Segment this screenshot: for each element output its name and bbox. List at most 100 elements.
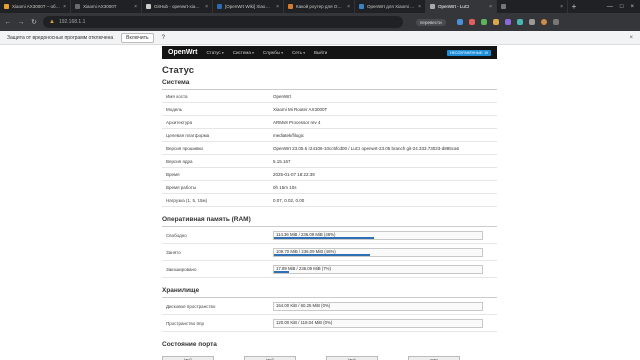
table-row: Модель Xiaomi Mi Router AX3000T [162,103,497,116]
browser-tab-active[interactable]: OpenWrt - LuCI × [426,0,497,13]
browser-tab[interactable]: OpenWrt для Xiaomi AX3 × [355,0,426,13]
tab-favicon-icon [217,4,222,9]
progress-bar: 109.70 MiB / 236.09 MiB (46%) [273,247,483,257]
address-bar[interactable]: ▲ 192.168.1.1 [43,16,403,28]
tab-favicon-icon [288,4,293,9]
tab-favicon-icon [4,4,9,9]
unsaved-changes-badge[interactable]: НЕСОХРАНЁННЫЕ: 19 [447,49,491,56]
enable-protection-button[interactable]: Включить [121,32,154,43]
port-wan: wan [408,356,460,360]
menu-status[interactable]: Статус ▾ [206,50,223,55]
help-icon[interactable]: ? [162,35,165,41]
extension-icon[interactable] [480,19,487,25]
section-system-heading: Система [162,79,497,90]
storage-table: Дисковое пространство 164.00 KiB / 60.25 … [162,298,497,332]
close-tab-icon[interactable]: × [205,4,208,10]
table-row: Дисковое пространство 164.00 KiB / 60.25 … [162,298,497,315]
menu-icon[interactable] [552,19,559,25]
section-ports-heading: Состояние порта [162,341,217,348]
close-tab-icon[interactable]: × [63,4,66,10]
safety-infobar: Защита от вредоносных программ отключена… [0,31,640,45]
main-content: Статус Система Имя хоста OpenWrt Модель Xi… [162,65,497,360]
browser-tab[interactable]: [OpenWrt Wiki] Xiaomi A × [213,0,284,13]
progress-label: 17.89 MiB / 236.09 MiB (7%) [276,265,331,271]
row-label: Версия прошивки [166,145,203,151]
table-row: Занято 109.70 MiB / 236.09 MiB (46%) [162,244,497,261]
table-row: Архитектура ARMv8 Processor rev 4 [162,116,497,129]
row-value: OpenWrt 23.05.5 r24106-10cc5fcd00 / LuCI… [273,145,460,151]
browser-tab[interactable]: Xiaomi AX3000T – обсуж × [0,0,71,13]
maximize-icon[interactable]: □ [620,4,624,10]
table-row: Имя хоста OpenWrt [162,90,497,103]
browser-tab[interactable]: × [497,0,568,13]
close-icon[interactable]: × [629,35,633,41]
row-label: Версия ядра [166,158,193,164]
row-label: Целевая платформа [166,132,210,138]
browser-tab-bar: Xiaomi AX3000T – обсуж × Xiaomi AX3000T × … [0,0,640,13]
row-label: Закэшировано [166,266,197,272]
tab-favicon-icon [359,4,364,9]
browser-tab[interactable]: Какой роутер для OpenW × [284,0,355,13]
extension-icon[interactable] [468,19,475,25]
tab-title: OpenWrt - LuCI [438,4,470,9]
translate-button[interactable]: перевести [416,18,446,26]
back-icon[interactable]: ← [4,19,12,26]
table-row: Закэшировано 17.89 MiB / 236.09 MiB (7%) [162,261,497,278]
close-tab-icon[interactable]: × [276,4,279,10]
tab-favicon-icon [75,4,80,9]
menu-system[interactable]: Система ▾ [233,50,254,55]
minimize-icon[interactable]: — [607,4,613,10]
tab-favicon-icon [146,4,151,9]
forward-icon[interactable]: → [17,19,25,26]
table-row: Свободно 114.36 MiB / 236.09 MiB (48%) [162,227,497,244]
table-row: Время работы 0h 15m 10s [162,181,497,194]
extension-icon[interactable] [516,19,523,25]
tab-favicon-icon [501,4,506,9]
close-tab-icon[interactable]: × [347,4,350,10]
web-page: OpenWrt Статус ▾ Система ▾ Службы ▾ Сеть… [4,45,636,360]
tab-title: Xiaomi AX3000T – обсуж [12,4,61,9]
menu-network[interactable]: Сеть ▾ [292,50,305,55]
tab-title: Xiaomi AX3000T [83,4,117,9]
browser-toolbar: ← → ↻ ▲ 192.168.1.1 перевести [0,13,640,31]
brand-logo[interactable]: OpenWrt [168,49,197,56]
tab-title: Какой роутер для OpenW [296,4,345,9]
browser-tab[interactable]: GitHub - openwrt-xiaomi × [142,0,213,13]
progress-label: 164.00 KiB / 60.25 MiB (0%) [276,302,331,308]
close-tab-icon[interactable]: × [418,4,421,10]
row-value: 0h 15m 10s [273,184,297,190]
row-label: Время [166,171,180,177]
extension-icon[interactable] [504,19,511,25]
row-label: Нагрузка (1, 5, 15м) [166,197,208,203]
page-title: Статус [162,65,195,76]
extension-icon[interactable] [492,19,499,25]
browser-tab[interactable]: Xiaomi AX3000T × [71,0,142,13]
extension-icon[interactable] [528,19,535,25]
table-row: Нагрузка (1, 5, 15м) 0.07, 0.02, 0.00 [162,194,497,207]
close-tab-icon[interactable]: × [560,4,563,10]
logout-link[interactable]: Выйти [314,50,327,55]
table-row: Пространство tmp 120.00 KiB / 118.04 MiB … [162,315,497,332]
row-value: OpenWrt [273,93,291,99]
extension-icon[interactable] [456,19,463,25]
warning-icon[interactable]: ▲ [49,19,55,25]
progress-bar: 17.89 MiB / 236.09 MiB (7%) [273,264,483,274]
memory-table: Свободно 114.36 MiB / 236.09 MiB (48%) За… [162,227,497,278]
table-row: Версия ядра 5.15.167 [162,155,497,168]
progress-bar: 114.36 MiB / 236.09 MiB (48%) [273,230,483,240]
close-window-icon[interactable]: × [630,4,634,10]
close-tab-icon[interactable]: × [134,4,137,10]
port-lan4: lan4 [326,356,378,360]
table-row: Время 2025-01-07 18:22:39 [162,168,497,181]
row-label: Дисковое пространство [166,303,216,309]
row-label: Свободно [166,232,187,238]
port-lan2: lan2 [162,356,214,360]
reload-icon[interactable]: ↻ [30,18,38,26]
profile-avatar[interactable] [540,19,547,25]
tab-favicon-icon [430,4,435,9]
close-tab-icon[interactable]: × [489,4,492,10]
system-table: Имя хоста OpenWrt Модель Xiaomi Mi Router … [162,90,497,207]
infobar-message: Защита от вредоносных программ отключена [7,34,114,41]
new-tab-button[interactable]: + [568,0,580,13]
menu-services[interactable]: Службы ▾ [263,50,283,55]
